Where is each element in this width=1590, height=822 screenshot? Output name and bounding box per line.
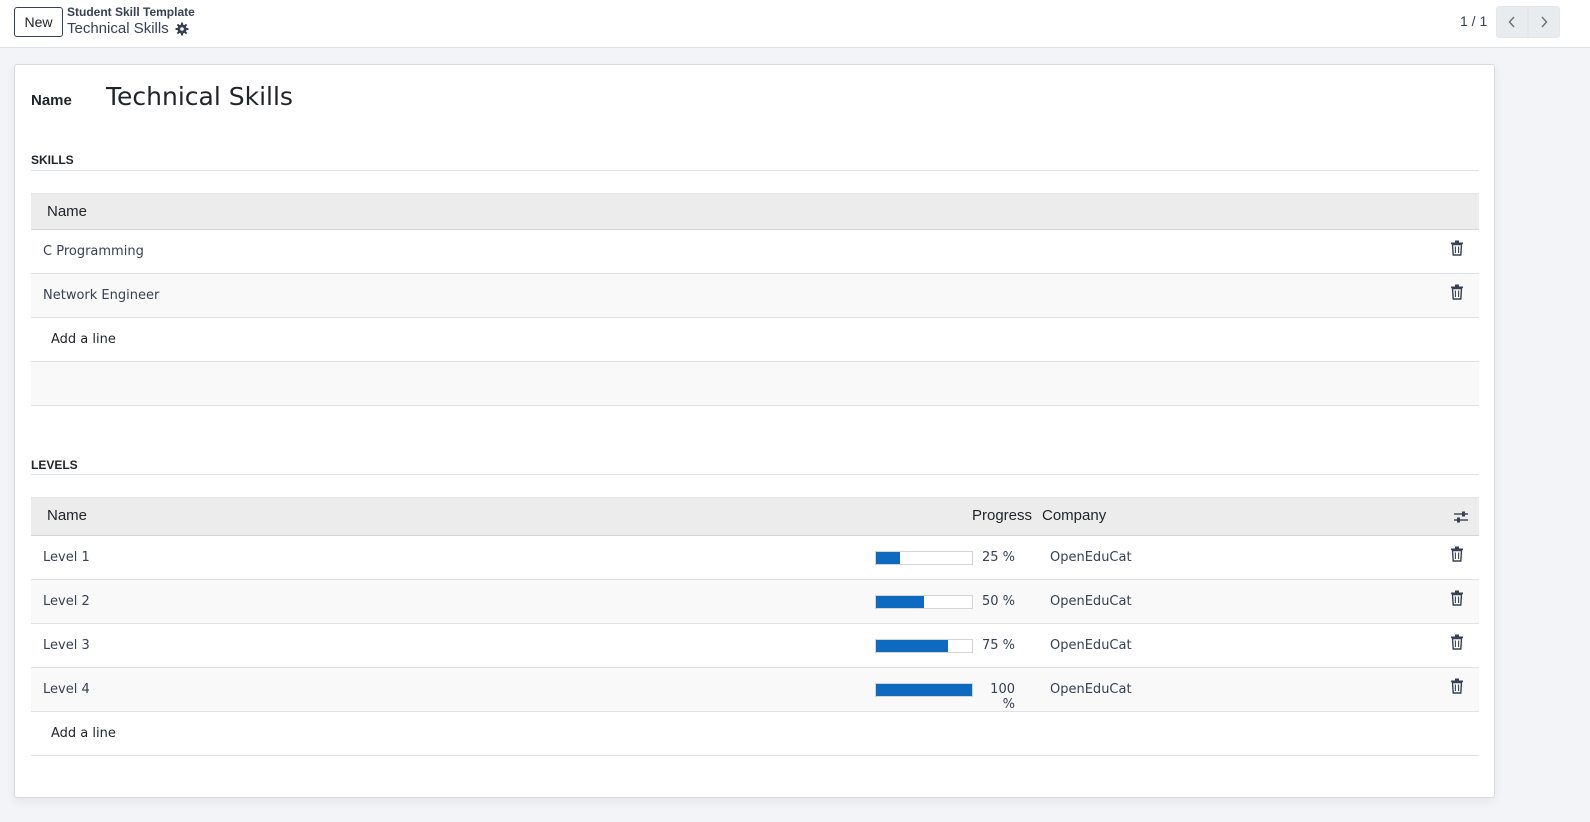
trash-icon[interactable] — [1450, 284, 1464, 300]
progress-bar — [875, 595, 973, 609]
skill-name[interactable]: Network Engineer — [43, 288, 159, 303]
add-line-row: Add a line — [31, 318, 1479, 362]
progress-value: 25 % — [981, 550, 1015, 565]
name-field-label: Name — [31, 92, 72, 109]
sliders-icon[interactable] — [1453, 510, 1469, 524]
level-name[interactable]: Level 1 — [43, 550, 90, 565]
gear-icon[interactable] — [175, 22, 189, 36]
levels-table: Name Progress Company Level 1 25 % OpenE… — [31, 497, 1479, 756]
level-company[interactable]: OpenEduCat — [1050, 550, 1132, 565]
table-row[interactable]: Level 4 100 % OpenEduCat — [31, 668, 1479, 712]
table-row[interactable]: Level 3 75 % OpenEduCat — [31, 624, 1479, 668]
progress-bar — [875, 683, 973, 697]
form-sheet: Name Technical Skills SKILLS Name C Prog… — [14, 64, 1495, 798]
add-line-row: Add a line — [31, 712, 1479, 756]
control-panel: New Student Skill Template Technical Ski… — [0, 0, 1590, 48]
pager-next-button[interactable] — [1528, 6, 1560, 38]
skills-column-name-label[interactable]: Name — [47, 203, 87, 220]
empty-row — [31, 362, 1479, 406]
progress-value: 100 % — [990, 682, 1015, 712]
level-name[interactable]: Level 4 — [43, 682, 90, 697]
skills-table-header: Name — [31, 193, 1479, 230]
progress-fill — [876, 552, 900, 564]
pager-value[interactable]: 1 / 1 — [1460, 13, 1487, 29]
table-row[interactable]: C Programming — [31, 230, 1479, 274]
table-row[interactable]: Level 1 25 % OpenEduCat — [31, 536, 1479, 580]
levels-table-header: Name Progress Company — [31, 497, 1479, 536]
chevron-right-icon — [1541, 16, 1548, 28]
chevron-left-icon — [1508, 16, 1515, 28]
levels-column-progress[interactable]: Progress — [972, 507, 1032, 524]
skill-name[interactable]: C Programming — [43, 244, 144, 259]
name-field-input[interactable]: Technical Skills — [106, 82, 293, 111]
levels-column-company[interactable]: Company — [1042, 507, 1106, 524]
progress-value: 75 % — [981, 638, 1015, 653]
skills-table: Name C Programming Network Engineer Add … — [31, 193, 1479, 406]
progress-fill — [876, 596, 924, 608]
new-button[interactable]: New — [14, 7, 63, 37]
skills-section-divider — [31, 170, 1479, 171]
table-row[interactable]: Network Engineer — [31, 274, 1479, 318]
level-company[interactable]: OpenEduCat — [1050, 638, 1132, 653]
level-name[interactable]: Level 3 — [43, 638, 90, 653]
skills-section-title: SKILLS — [31, 153, 74, 167]
breadcrumb-current: Technical Skills — [67, 20, 189, 37]
levels-section-title: LEVELS — [31, 458, 78, 472]
progress-value: 50 % — [981, 594, 1015, 609]
add-skill-line-link[interactable]: Add a line — [51, 332, 116, 347]
pager-previous-button[interactable] — [1496, 6, 1528, 38]
progress-fill — [876, 640, 948, 652]
trash-icon[interactable] — [1450, 678, 1464, 694]
table-row[interactable]: Level 2 50 % OpenEduCat — [31, 580, 1479, 624]
progress-bar — [875, 639, 973, 653]
breadcrumb-current-label: Technical Skills — [67, 20, 169, 37]
levels-column-name[interactable]: Name — [47, 507, 87, 524]
add-level-line-link[interactable]: Add a line — [51, 726, 116, 741]
breadcrumb-parent[interactable]: Student Skill Template — [67, 5, 195, 19]
trash-icon[interactable] — [1450, 546, 1464, 562]
level-company[interactable]: OpenEduCat — [1050, 594, 1132, 609]
trash-icon[interactable] — [1450, 590, 1464, 606]
progress-fill — [876, 684, 972, 696]
levels-section-divider — [31, 474, 1479, 475]
progress-bar — [875, 551, 973, 565]
trash-icon[interactable] — [1450, 240, 1464, 256]
level-name[interactable]: Level 2 — [43, 594, 90, 609]
level-company[interactable]: OpenEduCat — [1050, 682, 1132, 697]
trash-icon[interactable] — [1450, 634, 1464, 650]
